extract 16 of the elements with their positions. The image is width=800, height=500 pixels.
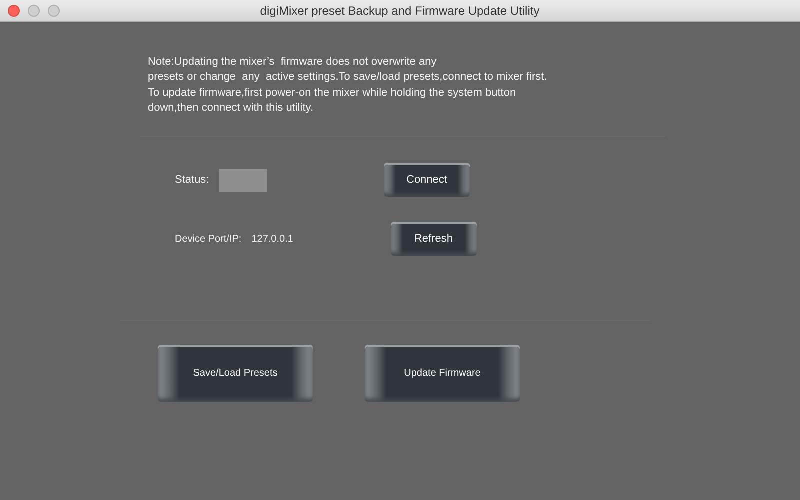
close-icon[interactable] <box>8 4 20 16</box>
save-load-presets-button[interactable]: Save/Load Presets <box>158 345 313 402</box>
status-indicator <box>219 168 267 192</box>
zoom-icon[interactable] <box>48 4 60 16</box>
window-title: digiMixer preset Backup and Firmware Update Utility <box>259 4 541 18</box>
device-address: 127.0.0.1 <box>252 234 294 245</box>
connect-button[interactable]: Connect <box>384 163 470 198</box>
device-label: Device Port/IP: <box>175 234 242 245</box>
minimize-icon[interactable] <box>28 4 40 16</box>
refresh-button[interactable]: Refresh <box>390 222 477 256</box>
update-firmware-button[interactable]: Update Firmware <box>365 345 520 402</box>
status-label: Status: <box>175 174 210 186</box>
note-text: presets or change any active settings.To save/load presets,connect to mixer first. <box>148 70 548 86</box>
note-text: Note:Updating the mixer’s firmware does not overwrite any <box>148 55 438 70</box>
note-text: down,then connect with this utility. <box>148 100 314 116</box>
note-text: To update firmware,first power-on the mixer while holding the system button <box>148 86 518 101</box>
